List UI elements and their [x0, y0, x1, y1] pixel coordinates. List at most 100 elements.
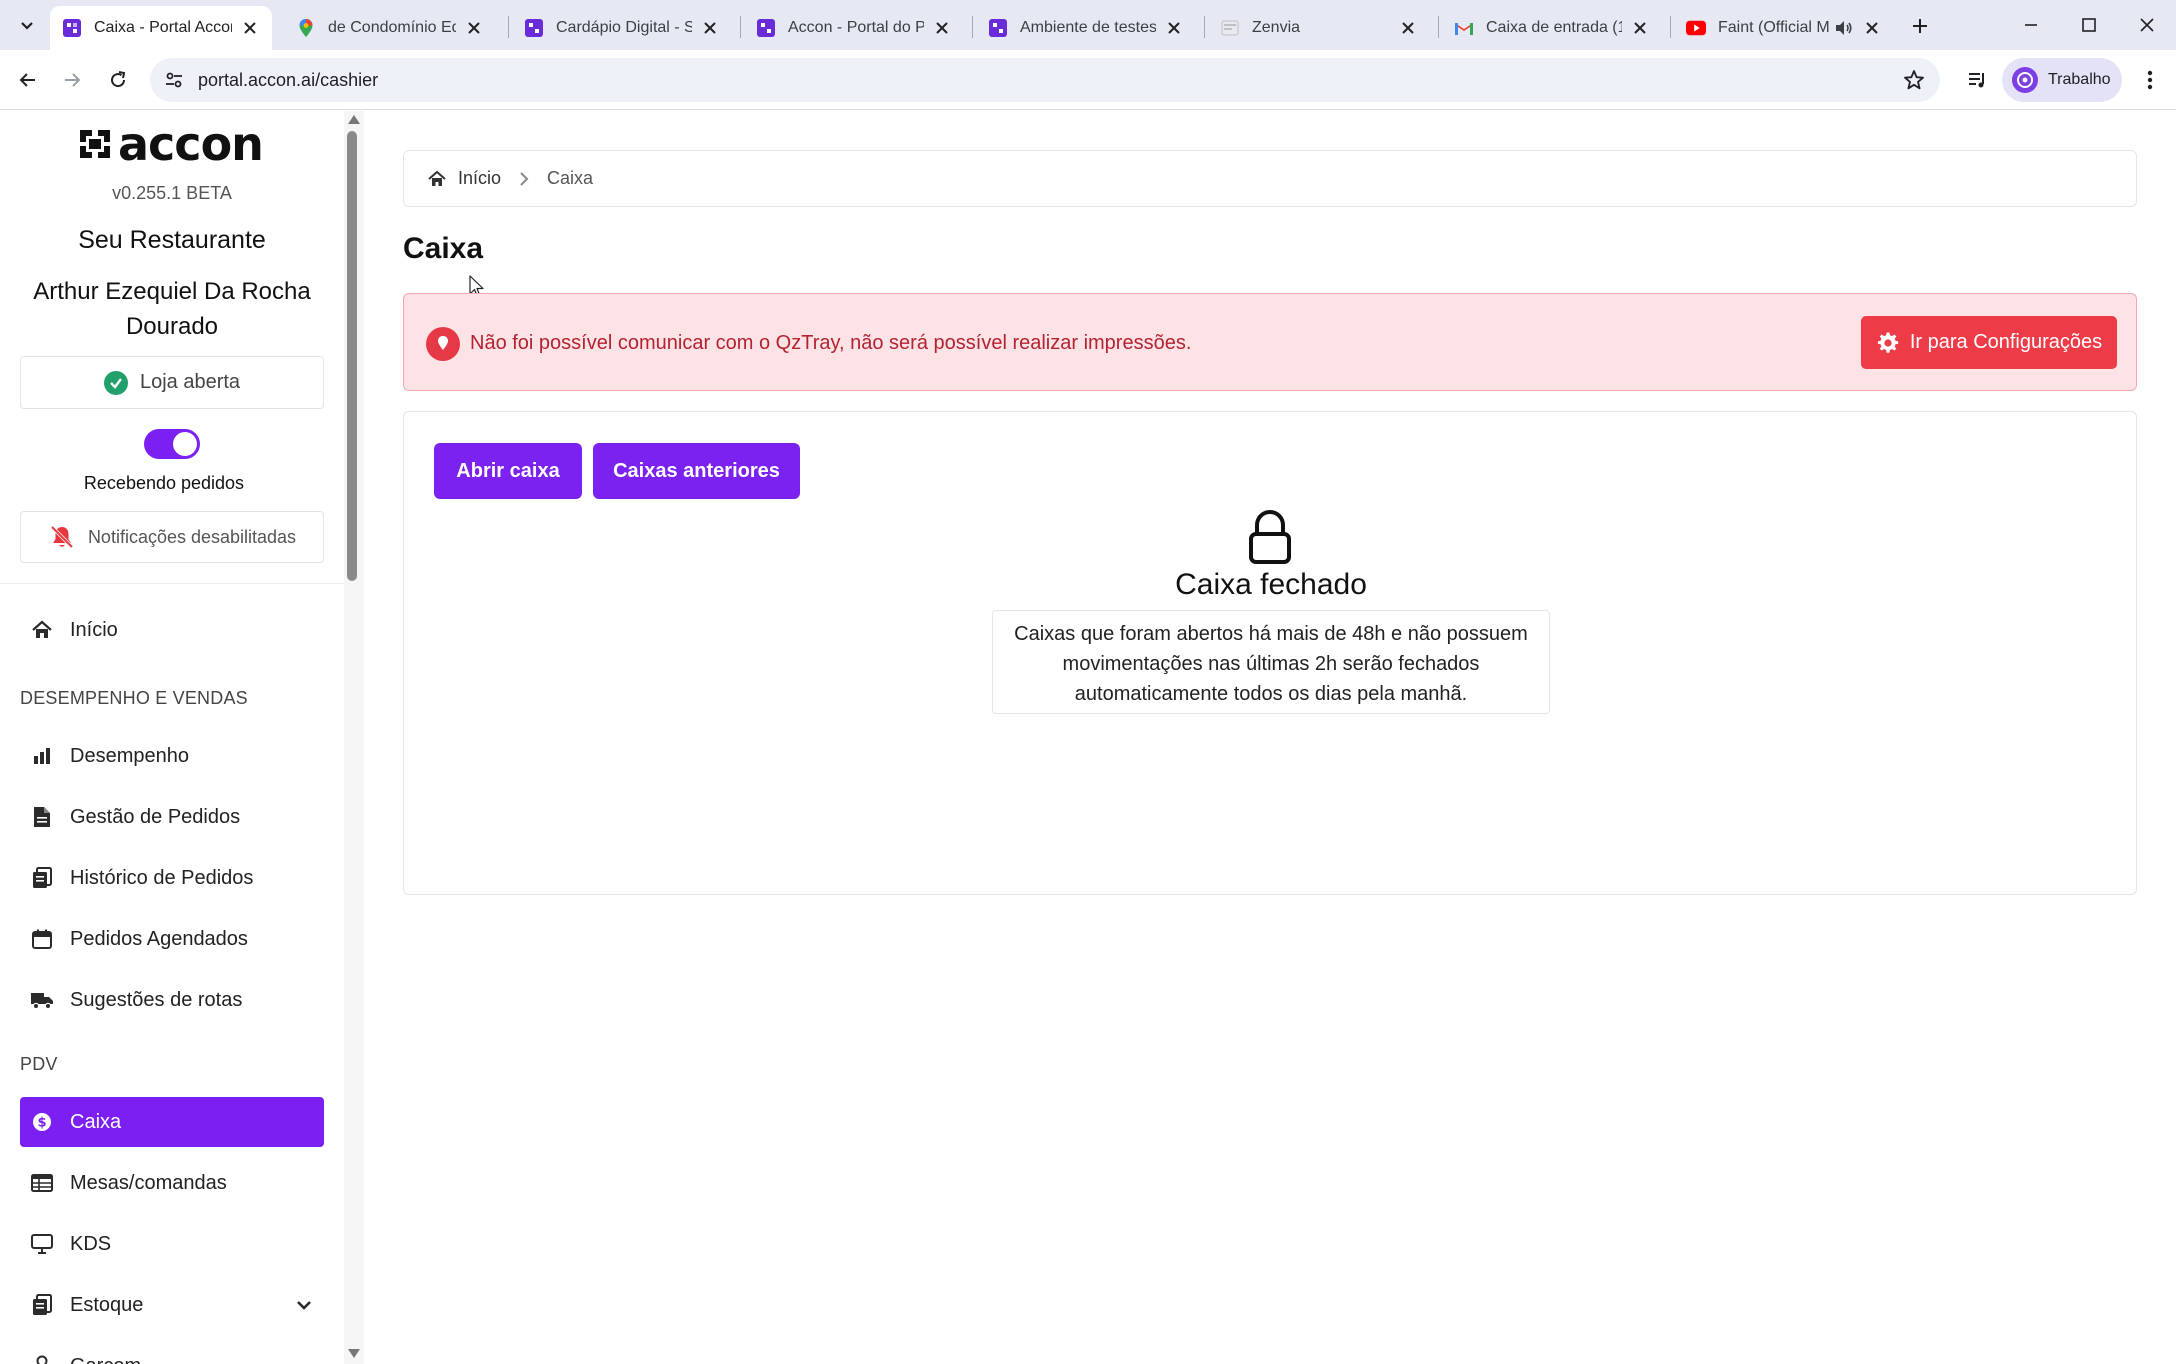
- sidebar-item-desempenho[interactable]: Desempenho: [20, 731, 324, 781]
- sidebar-item-pedidos-agendados[interactable]: Pedidos Agendados: [20, 914, 324, 964]
- tab-separator: [972, 16, 973, 38]
- tab-close-icon[interactable]: [700, 18, 720, 38]
- bookmark-star-icon[interactable]: [1902, 68, 1926, 92]
- chevron-down-icon[interactable]: [292, 1293, 316, 1317]
- sidebar-item-gestao-de-pedidos[interactable]: Gestão de Pedidos: [20, 792, 324, 842]
- home-icon[interactable]: [428, 170, 446, 188]
- profile-button[interactable]: Trabalho: [2002, 58, 2122, 102]
- notifications-status-button[interactable]: Notificações desabilitadas: [20, 511, 324, 563]
- tab-title: Cardápio Digital - Se: [556, 19, 692, 36]
- back-button[interactable]: [12, 64, 44, 96]
- qztray-error-alert: Não foi possível comunicar com o QzTray,…: [403, 293, 2137, 391]
- sidebar: accon v0.255.1 BETA Seu Restaurante Arth…: [0, 111, 364, 1364]
- tab-close-icon[interactable]: [464, 18, 484, 38]
- calendar-icon: [30, 927, 54, 951]
- tab-close-icon[interactable]: [1862, 18, 1882, 38]
- sidebar-item-caixa[interactable]: $ Caixa: [20, 1097, 324, 1147]
- tab-close-icon[interactable]: [240, 18, 260, 38]
- sidebar-item-label: Gestão de Pedidos: [70, 805, 241, 828]
- accon-favicon-icon: [988, 18, 1008, 38]
- tab-cardapio-digital[interactable]: Cardápio Digital - Se: [512, 6, 732, 50]
- tab-youtube-faint[interactable]: Faint (Official Mu: [1674, 6, 1894, 50]
- arrow-right-icon: [65, 73, 81, 87]
- scroll-up-arrow-icon[interactable]: [348, 115, 360, 124]
- alert-message: Não foi possível comunicar com o QzTray,…: [470, 332, 1192, 354]
- browser-tab-bar: Caixa - Portal Accon de Condomínio Edifí…: [0, 0, 2176, 50]
- sidebar-item-garcom[interactable]: Garçom: [20, 1341, 324, 1364]
- accon-favicon-icon: [62, 18, 82, 38]
- reload-button[interactable]: [102, 64, 134, 96]
- tab-search-button[interactable]: [12, 10, 42, 40]
- tab-zenvia[interactable]: Zenvia: [1208, 6, 1430, 50]
- tab-close-icon[interactable]: [1398, 18, 1418, 38]
- accon-logo[interactable]: accon: [78, 117, 264, 171]
- browser-menu-button[interactable]: [2134, 64, 2166, 96]
- maximize-button[interactable]: [2076, 12, 2102, 38]
- section-title-desempenho-e-vendas: DESEMPENHO E VENDAS: [20, 688, 248, 708]
- alert-circle-icon: [426, 327, 460, 361]
- tab-separator: [740, 16, 741, 38]
- sidebar-item-estoque[interactable]: Estoque: [20, 1280, 324, 1330]
- tab-ambiente-de-testes[interactable]: Ambiente de testes -: [976, 6, 1196, 50]
- go-to-settings-button[interactable]: Ir para Configurações: [1861, 316, 2117, 369]
- new-tab-button[interactable]: [1906, 12, 1934, 40]
- minimize-button[interactable]: [2018, 12, 2044, 38]
- breadcrumb-home-link[interactable]: Início: [458, 168, 501, 189]
- forward-button[interactable]: [56, 64, 88, 96]
- scroll-down-arrow-icon[interactable]: [348, 1349, 360, 1358]
- minimize-icon: [2025, 24, 2037, 26]
- url-text: portal.accon.ai/cashier: [198, 70, 379, 90]
- tab-accon-portal-parceiro[interactable]: Accon - Portal do Par: [744, 6, 964, 50]
- sidebar-item-inicio[interactable]: Início: [20, 605, 324, 655]
- accon-logo-icon: [80, 130, 110, 158]
- tab-close-icon[interactable]: [1630, 18, 1650, 38]
- tab-caixa-portal-accon[interactable]: Caixa - Portal Accon: [50, 6, 272, 50]
- sidebar-item-sugestoes-de-rotas[interactable]: Sugestões de rotas: [20, 975, 324, 1025]
- receiving-orders-toggle[interactable]: [144, 429, 200, 459]
- tab-close-icon[interactable]: [1164, 18, 1184, 38]
- tab-close-icon[interactable]: [932, 18, 952, 38]
- user-name: Arthur Ezequiel Da Rocha Dourado: [33, 278, 311, 340]
- sidebar-item-historico-de-pedidos[interactable]: Histórico de Pedidos: [20, 853, 324, 903]
- site-settings-icon[interactable]: [162, 68, 186, 92]
- more-vertical-icon: [2147, 70, 2153, 90]
- speaker-icon[interactable]: [1834, 18, 1854, 38]
- receiving-orders-label: Recebendo pedidos: [83, 473, 245, 493]
- logo-text: accon: [118, 117, 264, 171]
- cashier-card: Abrir caixa Caixas anteriores Caixa fech…: [403, 411, 2137, 895]
- tab-gmail-caixa-de-entrada[interactable]: Caixa de entrada (10: [1442, 6, 1662, 50]
- page-title: Caixa: [403, 232, 484, 265]
- app-version: v0.255.1 BETA: [112, 183, 232, 203]
- previous-cashiers-button[interactable]: Caixas anteriores: [593, 443, 800, 499]
- sidebar-item-mesas-comandas[interactable]: Mesas/comandas: [20, 1158, 324, 1208]
- store-status-badge[interactable]: Loja aberta: [20, 356, 324, 409]
- sidebar-item-label: Sugestões de rotas: [70, 988, 243, 1011]
- sidebar-item-label: Pedidos Agendados: [70, 927, 248, 950]
- tab-condominio[interactable]: de Condomínio Edifíc: [284, 6, 496, 50]
- sidebar-divider: [0, 583, 344, 584]
- dollar-icon: $: [30, 1110, 54, 1134]
- tab-separator: [508, 16, 509, 38]
- sidebar-item-label: Estoque: [70, 1293, 144, 1316]
- media-controls-button[interactable]: [1962, 64, 1994, 96]
- cashier-closed-info: Caixas que foram abertos há mais de 48h …: [992, 610, 1550, 714]
- breadcrumb-current: Caixa: [547, 168, 594, 188]
- media-queue-icon: [1969, 73, 1984, 88]
- tab-separator: [1204, 16, 1205, 38]
- sidebar-scrollbar[interactable]: [344, 111, 364, 1364]
- table-icon: [30, 1171, 54, 1195]
- svg-text:$: $: [37, 1116, 46, 1131]
- tab-title: Faint (Official Mu: [1718, 19, 1830, 36]
- close-window-button[interactable]: [2134, 12, 2160, 38]
- address-bar[interactable]: portal.accon.ai/cashier: [150, 58, 1940, 102]
- maximize-icon: [2082, 18, 2096, 32]
- sidebar-item-label: Mesas/comandas: [70, 1171, 227, 1194]
- document-icon: [30, 805, 54, 829]
- profile-avatar-icon: [2012, 67, 2038, 93]
- clipboard-icon: [30, 866, 54, 890]
- sidebar-item-kds[interactable]: KDS: [20, 1219, 324, 1269]
- open-cashier-button[interactable]: Abrir caixa: [434, 443, 582, 499]
- scrollbar-thumb[interactable]: [347, 131, 357, 581]
- chevron-right-icon: [515, 170, 533, 188]
- restaurant-name: Seu Restaurante: [78, 226, 266, 254]
